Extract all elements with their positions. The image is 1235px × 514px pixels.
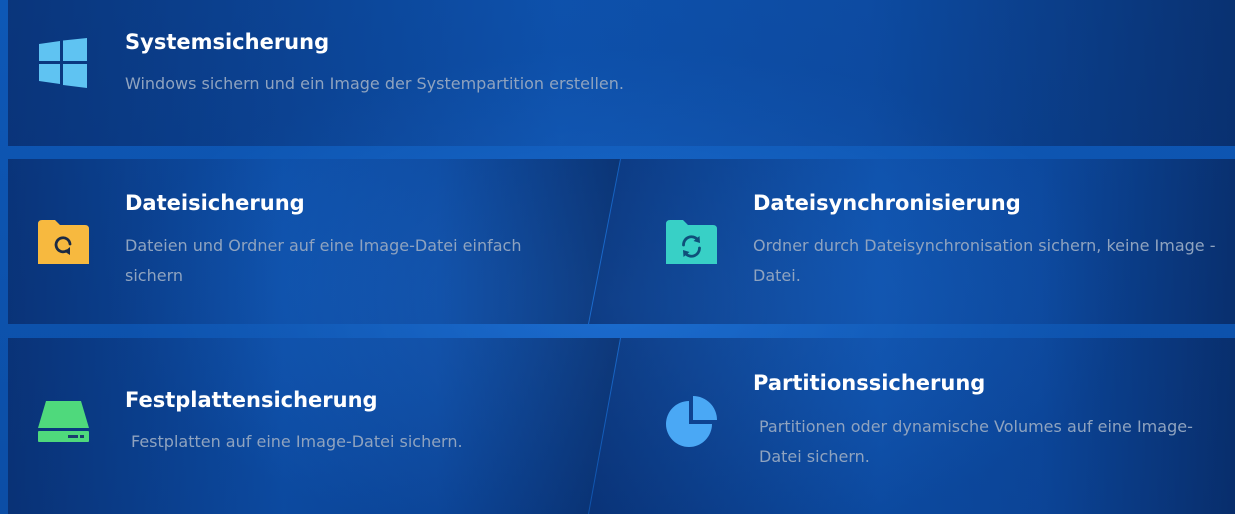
folder-sync-icon xyxy=(666,220,717,264)
disk-backup-card[interactable] xyxy=(8,338,620,514)
hard-disk-icon xyxy=(38,401,89,442)
windows-icon xyxy=(39,38,87,88)
system-backup-title[interactable]: Systemsicherung xyxy=(125,29,329,55)
file-sync-description: Ordner durch Dateisynchronisation sicher… xyxy=(753,236,1216,285)
partition-pie-icon xyxy=(666,396,717,447)
system-backup-description: Windows sichern und ein Image der System… xyxy=(125,74,624,93)
partition-backup-title[interactable]: Partitionssicherung xyxy=(753,370,985,396)
file-backup-description: Dateien und Ordner auf eine Image-Datei … xyxy=(125,236,522,285)
folder-backup-icon xyxy=(38,220,89,264)
partition-backup-description: Partitionen oder dynamische Volumes auf … xyxy=(759,417,1193,466)
file-sync-title[interactable]: Dateisynchronisierung xyxy=(753,190,1021,216)
file-backup-title[interactable]: Dateisicherung xyxy=(125,190,305,216)
disk-backup-title[interactable]: Festplattensicherung xyxy=(125,387,378,413)
disk-backup-description: Festplatten auf eine Image-Datei sichern… xyxy=(131,432,463,451)
